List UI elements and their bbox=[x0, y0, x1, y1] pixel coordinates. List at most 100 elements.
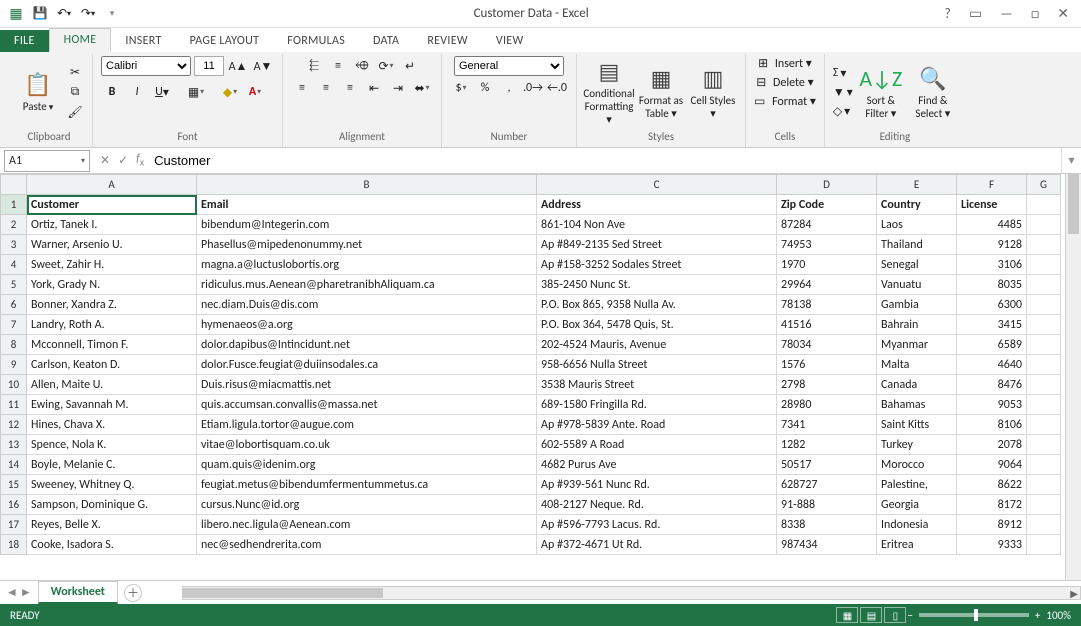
cell-F10[interactable]: 8476 bbox=[957, 375, 1027, 395]
row-header-12[interactable]: 12 bbox=[1, 415, 27, 435]
border-button[interactable]: ▦▾ bbox=[185, 82, 207, 102]
paste-button[interactable]: 📋 Paste bbox=[14, 57, 62, 127]
sheet-tab-worksheet[interactable]: Worksheet bbox=[38, 581, 118, 604]
tab-file[interactable]: FILE bbox=[0, 30, 49, 52]
cell-F1[interactable]: License bbox=[957, 195, 1027, 215]
orientation-icon[interactable]: ⟳▾ bbox=[375, 56, 397, 76]
align-middle-icon[interactable]: ≡ bbox=[327, 56, 349, 76]
row-header-2[interactable]: 2 bbox=[1, 215, 27, 235]
maximize-icon[interactable]: □ bbox=[1027, 5, 1043, 22]
cell-F17[interactable]: 8912 bbox=[957, 515, 1027, 535]
cell-B2[interactable]: bibendum@Integerin.com bbox=[197, 215, 537, 235]
cell-F11[interactable]: 9053 bbox=[957, 395, 1027, 415]
cell-A8[interactable]: Mcconnell, Timon F. bbox=[27, 335, 197, 355]
cell-G11[interactable] bbox=[1027, 395, 1061, 415]
cell-C18[interactable]: Ap #372-4671 Ut Rd. bbox=[537, 535, 777, 555]
col-header-B[interactable]: B bbox=[197, 175, 537, 195]
cell-D15[interactable]: 628727 bbox=[777, 475, 877, 495]
cell-F3[interactable]: 9128 bbox=[957, 235, 1027, 255]
cell-D13[interactable]: 1282 bbox=[777, 435, 877, 455]
cell-D8[interactable]: 78034 bbox=[777, 335, 877, 355]
expand-formula-bar-icon[interactable]: ▾ bbox=[1061, 148, 1081, 173]
percent-format-icon[interactable]: % bbox=[474, 78, 496, 98]
zoom-value[interactable]: 100% bbox=[1046, 609, 1071, 622]
horizontal-scrollbar[interactable]: ▶ bbox=[182, 586, 1081, 600]
cell-B10[interactable]: Duis.risus@miacmattis.net bbox=[197, 375, 537, 395]
italic-button[interactable]: I bbox=[126, 82, 148, 102]
zoom-knob[interactable] bbox=[974, 609, 978, 621]
row-header-17[interactable]: 17 bbox=[1, 515, 27, 535]
worksheet-grid[interactable]: ABCDEFG1CustomerEmailAddressZip CodeCoun… bbox=[0, 174, 1081, 580]
row-header-13[interactable]: 13 bbox=[1, 435, 27, 455]
cell-G10[interactable] bbox=[1027, 375, 1061, 395]
sort-filter-button[interactable]: A↓ZSort & Filter ▾ bbox=[857, 57, 905, 127]
zoom-in-button[interactable]: + bbox=[1035, 609, 1040, 622]
align-top-icon[interactable]: ⬱ bbox=[303, 56, 325, 76]
cell-E5[interactable]: Vanuatu bbox=[877, 275, 957, 295]
cell-A6[interactable]: Bonner, Xandra Z. bbox=[27, 295, 197, 315]
cell-C2[interactable]: 861-104 Non Ave bbox=[537, 215, 777, 235]
cell-G7[interactable] bbox=[1027, 315, 1061, 335]
fill-button[interactable]: ▼▾ bbox=[833, 85, 853, 100]
conditional-formatting-button[interactable]: ▤Conditional Formatting ▾ bbox=[585, 57, 633, 127]
cell-A9[interactable]: Carlson, Keaton D. bbox=[27, 355, 197, 375]
cell-B16[interactable]: cursus.Nunc@id.org bbox=[197, 495, 537, 515]
increase-indent-icon[interactable]: ⇥ bbox=[387, 78, 409, 98]
col-header-A[interactable]: A bbox=[27, 175, 197, 195]
cell-G1[interactable] bbox=[1027, 195, 1061, 215]
cell-D4[interactable]: 1970 bbox=[777, 255, 877, 275]
cell-G3[interactable] bbox=[1027, 235, 1061, 255]
cell-C16[interactable]: 408-2127 Neque. Rd. bbox=[537, 495, 777, 515]
cell-B5[interactable]: ridiculus.mus.Aenean@pharetranibhAliquam… bbox=[197, 275, 537, 295]
cell-F9[interactable]: 4640 bbox=[957, 355, 1027, 375]
col-header-E[interactable]: E bbox=[877, 175, 957, 195]
cell-E12[interactable]: Saint Kitts bbox=[877, 415, 957, 435]
cell-D7[interactable]: 41516 bbox=[777, 315, 877, 335]
col-header-F[interactable]: F bbox=[957, 175, 1027, 195]
cell-E11[interactable]: Bahamas bbox=[877, 395, 957, 415]
tab-review[interactable]: REVIEW bbox=[413, 30, 482, 52]
cell-B12[interactable]: Etiam.ligula.tortor@augue.com bbox=[197, 415, 537, 435]
merge-center-icon[interactable]: ⬌▾ bbox=[411, 78, 433, 98]
cell-G16[interactable] bbox=[1027, 495, 1061, 515]
align-right-icon[interactable]: ≡ bbox=[339, 78, 361, 98]
accounting-format-icon[interactable]: $▾ bbox=[450, 78, 472, 98]
fx-icon[interactable]: fx bbox=[136, 152, 144, 168]
formula-input[interactable] bbox=[152, 151, 1061, 170]
cell-C10[interactable]: 3538 Mauris Street bbox=[537, 375, 777, 395]
align-bottom-icon[interactable]: ⬲ bbox=[351, 56, 373, 76]
cell-A11[interactable]: Ewing, Savannah M. bbox=[27, 395, 197, 415]
insert-cells-button[interactable]: ⊞ Insert ▾ bbox=[758, 56, 812, 71]
row-header-1[interactable]: 1 bbox=[1, 195, 27, 215]
vscroll-thumb[interactable] bbox=[1068, 174, 1079, 234]
cell-B1[interactable]: Email bbox=[197, 195, 537, 215]
cell-A14[interactable]: Boyle, Melanie C. bbox=[27, 455, 197, 475]
cell-B4[interactable]: magna.a@luctuslobortis.org bbox=[197, 255, 537, 275]
format-as-table-button[interactable]: ▦Format as Table ▾ bbox=[637, 57, 685, 127]
wrap-text-icon[interactable]: ↵ bbox=[399, 56, 421, 76]
cell-D6[interactable]: 78138 bbox=[777, 295, 877, 315]
cell-B17[interactable]: libero.nec.ligula@Aenean.com bbox=[197, 515, 537, 535]
underline-button[interactable]: U▾ bbox=[151, 82, 173, 102]
tab-pagelayout[interactable]: PAGE LAYOUT bbox=[176, 30, 274, 52]
row-header-10[interactable]: 10 bbox=[1, 375, 27, 395]
autosum-button[interactable]: Σ▾ bbox=[833, 66, 853, 81]
cell-E2[interactable]: Laos bbox=[877, 215, 957, 235]
cell-G18[interactable] bbox=[1027, 535, 1061, 555]
cell-A3[interactable]: Warner, Arsenio U. bbox=[27, 235, 197, 255]
tab-view[interactable]: VIEW bbox=[482, 30, 538, 52]
cell-C15[interactable]: Ap #939-561 Nunc Rd. bbox=[537, 475, 777, 495]
cell-F6[interactable]: 6300 bbox=[957, 295, 1027, 315]
name-box[interactable]: A1▾ bbox=[4, 150, 90, 172]
cell-E15[interactable]: Palestine, bbox=[877, 475, 957, 495]
cell-E9[interactable]: Malta bbox=[877, 355, 957, 375]
cut-icon[interactable]: ✂ bbox=[66, 63, 84, 81]
cell-F18[interactable]: 9333 bbox=[957, 535, 1027, 555]
cell-A1[interactable]: Customer bbox=[27, 195, 197, 215]
cell-F5[interactable]: 8035 bbox=[957, 275, 1027, 295]
align-left-icon[interactable]: ≡ bbox=[291, 78, 313, 98]
tab-formulas[interactable]: FORMULAS bbox=[273, 30, 359, 52]
increase-decimal-icon[interactable]: .0→ bbox=[522, 78, 544, 98]
cell-G15[interactable] bbox=[1027, 475, 1061, 495]
cell-G2[interactable] bbox=[1027, 215, 1061, 235]
